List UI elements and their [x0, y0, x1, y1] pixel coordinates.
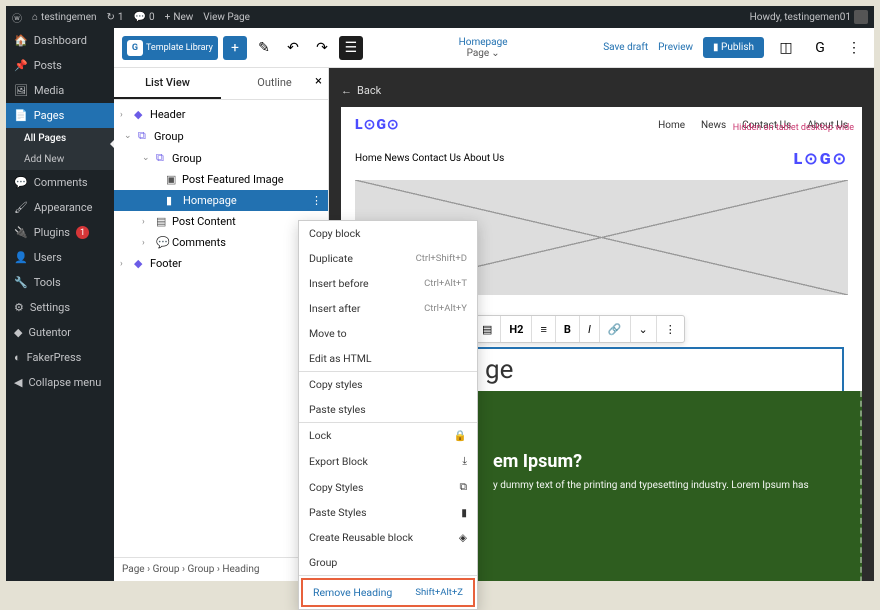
wp-admin-bar: ⓦ ⌂ testingemen ↻ 1 💬 0 + New View Page …	[6, 6, 874, 28]
edit-mode-button[interactable]: ✎	[252, 36, 276, 60]
ctx-export-block[interactable]: Export Block⤓	[299, 448, 477, 474]
block-editor: GTemplate Library + ✎ ↶ ↷ ☰ Homepage Pag…	[114, 28, 874, 581]
menu-comments[interactable]: 💬 Comments	[6, 170, 114, 195]
ctx-remove-heading[interactable]: Remove HeadingShift+Alt+Z	[301, 578, 475, 607]
submenu-all-pages[interactable]: All Pages	[6, 128, 114, 149]
gutentor-panel-button[interactable]: G	[808, 36, 832, 60]
reusable-icon: ◈	[459, 531, 467, 544]
submenu-add-new[interactable]: Add New	[6, 149, 114, 170]
ctx-duplicate[interactable]: DuplicateCtrl+Shift+D	[299, 246, 477, 271]
comments-count[interactable]: 💬 0	[134, 12, 155, 23]
admin-sidebar: 🏠 Dashboard 📌 Posts 🖼 Media 📄 Pages All …	[6, 28, 114, 581]
node-featured-image[interactable]: ▣Post Featured Image	[114, 169, 328, 190]
node-homepage-heading[interactable]: ▮Homepage⋮	[114, 190, 328, 211]
document-type[interactable]: Page ⌄	[459, 48, 508, 59]
section-heading: em Ipsum?	[493, 451, 842, 472]
block-type-icon[interactable]: ▤	[474, 316, 501, 342]
copy-icon: ⧉	[460, 480, 468, 494]
menu-gutentor[interactable]: ◆ Gutentor	[6, 320, 114, 345]
settings-panel-button[interactable]: ◫	[774, 36, 798, 60]
ctx-move-to[interactable]: Move to	[299, 321, 477, 346]
visibility-note: Hidden on tablet desktop wide	[733, 123, 854, 133]
ctx-insert-after[interactable]: Insert afterCtrl+Alt+Y	[299, 296, 477, 321]
ctx-edit-html[interactable]: Edit as HTML	[299, 346, 477, 371]
node-footer[interactable]: ›◆Footer	[114, 253, 328, 274]
lock-icon: 🔒	[454, 429, 467, 442]
view-page[interactable]: View Page	[203, 12, 250, 23]
heading-level[interactable]: H2	[501, 316, 532, 342]
menu-dashboard[interactable]: 🏠 Dashboard	[6, 28, 114, 53]
italic-button[interactable]: I	[580, 316, 600, 342]
node-group-inner[interactable]: ⌄⧉Group	[114, 147, 328, 169]
breadcrumb[interactable]: Page › Group › Group › Heading	[114, 557, 328, 581]
block-options-icon[interactable]: ⋮	[311, 194, 322, 207]
list-view-button[interactable]: ☰	[339, 36, 363, 60]
site-name[interactable]: ⌂ testingemen	[32, 12, 97, 23]
preview-button[interactable]: Preview	[658, 42, 693, 53]
paste-icon: ▮	[461, 506, 467, 519]
ctx-paste-styles[interactable]: Paste styles	[299, 397, 477, 422]
link-button[interactable]: 🔗	[600, 316, 631, 342]
ctx-copy-styles[interactable]: Copy styles	[299, 372, 477, 397]
ctx-copy-block[interactable]: Copy block	[299, 221, 477, 246]
menu-appearance[interactable]: 🖌 Appearance	[6, 195, 114, 220]
active-menu-pointer	[110, 137, 114, 151]
document-title[interactable]: Homepage	[459, 37, 508, 48]
editor-topbar: GTemplate Library + ✎ ↶ ↷ ☰ Homepage Pag…	[114, 28, 874, 68]
template-library-button[interactable]: GTemplate Library	[122, 36, 218, 60]
toolbar-more-icon[interactable]: ⋮	[657, 316, 684, 342]
tab-outline[interactable]: Outline	[221, 68, 328, 99]
updates[interactable]: ↻ 1	[107, 12, 124, 23]
chevron-down-icon: ⌄	[491, 48, 499, 59]
add-block-button[interactable]: +	[223, 36, 247, 60]
ctx-paste-styles-2[interactable]: Paste Styles▮	[299, 500, 477, 525]
howdy-user[interactable]: Howdy, testingemen01	[750, 10, 868, 24]
block-toolbar: ▤ H2 ≡ B I 🔗 ⌄ ⋮	[473, 315, 685, 343]
menu-pages[interactable]: 📄 Pages	[6, 103, 114, 128]
more-format-button[interactable]: ⌄	[631, 316, 657, 342]
redo-button[interactable]: ↷	[310, 36, 334, 60]
block-context-menu: Copy block DuplicateCtrl+Shift+D Insert …	[298, 220, 478, 610]
tab-list-view[interactable]: List View	[114, 68, 221, 99]
save-draft-button[interactable]: Save draft	[603, 42, 648, 53]
ctx-insert-before[interactable]: Insert beforeCtrl+Alt+T	[299, 271, 477, 296]
back-button[interactable]: ← Back	[341, 80, 862, 107]
secondary-nav[interactable]: Home News Contact Us About Us	[355, 153, 504, 164]
undo-button[interactable]: ↶	[281, 36, 305, 60]
publish-button[interactable]: ▮ Publish	[703, 37, 764, 58]
menu-settings[interactable]: ⚙ Settings	[6, 295, 114, 320]
content-section: em Ipsum? y dummy text of the printing a…	[473, 391, 862, 581]
list-view-panel: List View Outline × ›◆Header ⌄⧉Group ⌄⧉G…	[114, 68, 329, 581]
collapse-menu[interactable]: ◀ Collapse menu	[6, 370, 114, 395]
bold-button[interactable]: B	[556, 316, 580, 342]
ctx-copy-styles-2[interactable]: Copy Styles⧉	[299, 474, 477, 500]
site-logo-alt: L⊙G⊙	[794, 149, 848, 168]
node-group[interactable]: ⌄⧉Group	[114, 125, 328, 147]
ctx-reusable-block[interactable]: Create Reusable block◈	[299, 525, 477, 550]
export-icon: ⤓	[462, 454, 467, 468]
more-options-button[interactable]: ⋮	[842, 36, 866, 60]
menu-tools[interactable]: 🔧 Tools	[6, 270, 114, 295]
node-comments[interactable]: ›💬Comments	[114, 232, 328, 253]
close-icon[interactable]: ×	[315, 74, 322, 89]
menu-users[interactable]: 👤 Users	[6, 245, 114, 270]
menu-fakerpress[interactable]: ◐ FakerPress	[6, 345, 114, 370]
site-logo: L⊙G⊙	[355, 117, 400, 133]
section-paragraph: y dummy text of the printing and typeset…	[493, 480, 842, 491]
ctx-group[interactable]: Group	[299, 550, 477, 575]
node-post-content[interactable]: ›▤Post Content	[114, 211, 328, 232]
node-header[interactable]: ›◆Header	[114, 104, 328, 125]
new-content[interactable]: + New	[165, 12, 194, 23]
menu-media[interactable]: 🖼 Media	[6, 78, 114, 103]
wp-logo[interactable]: ⓦ	[12, 10, 22, 25]
heading-block-selected[interactable]: ge	[473, 347, 844, 393]
menu-plugins[interactable]: 🔌 Plugins 1	[6, 220, 114, 245]
ctx-lock[interactable]: Lock🔒	[299, 423, 477, 448]
align-button[interactable]: ≡	[532, 316, 555, 342]
menu-posts[interactable]: 📌 Posts	[6, 53, 114, 78]
